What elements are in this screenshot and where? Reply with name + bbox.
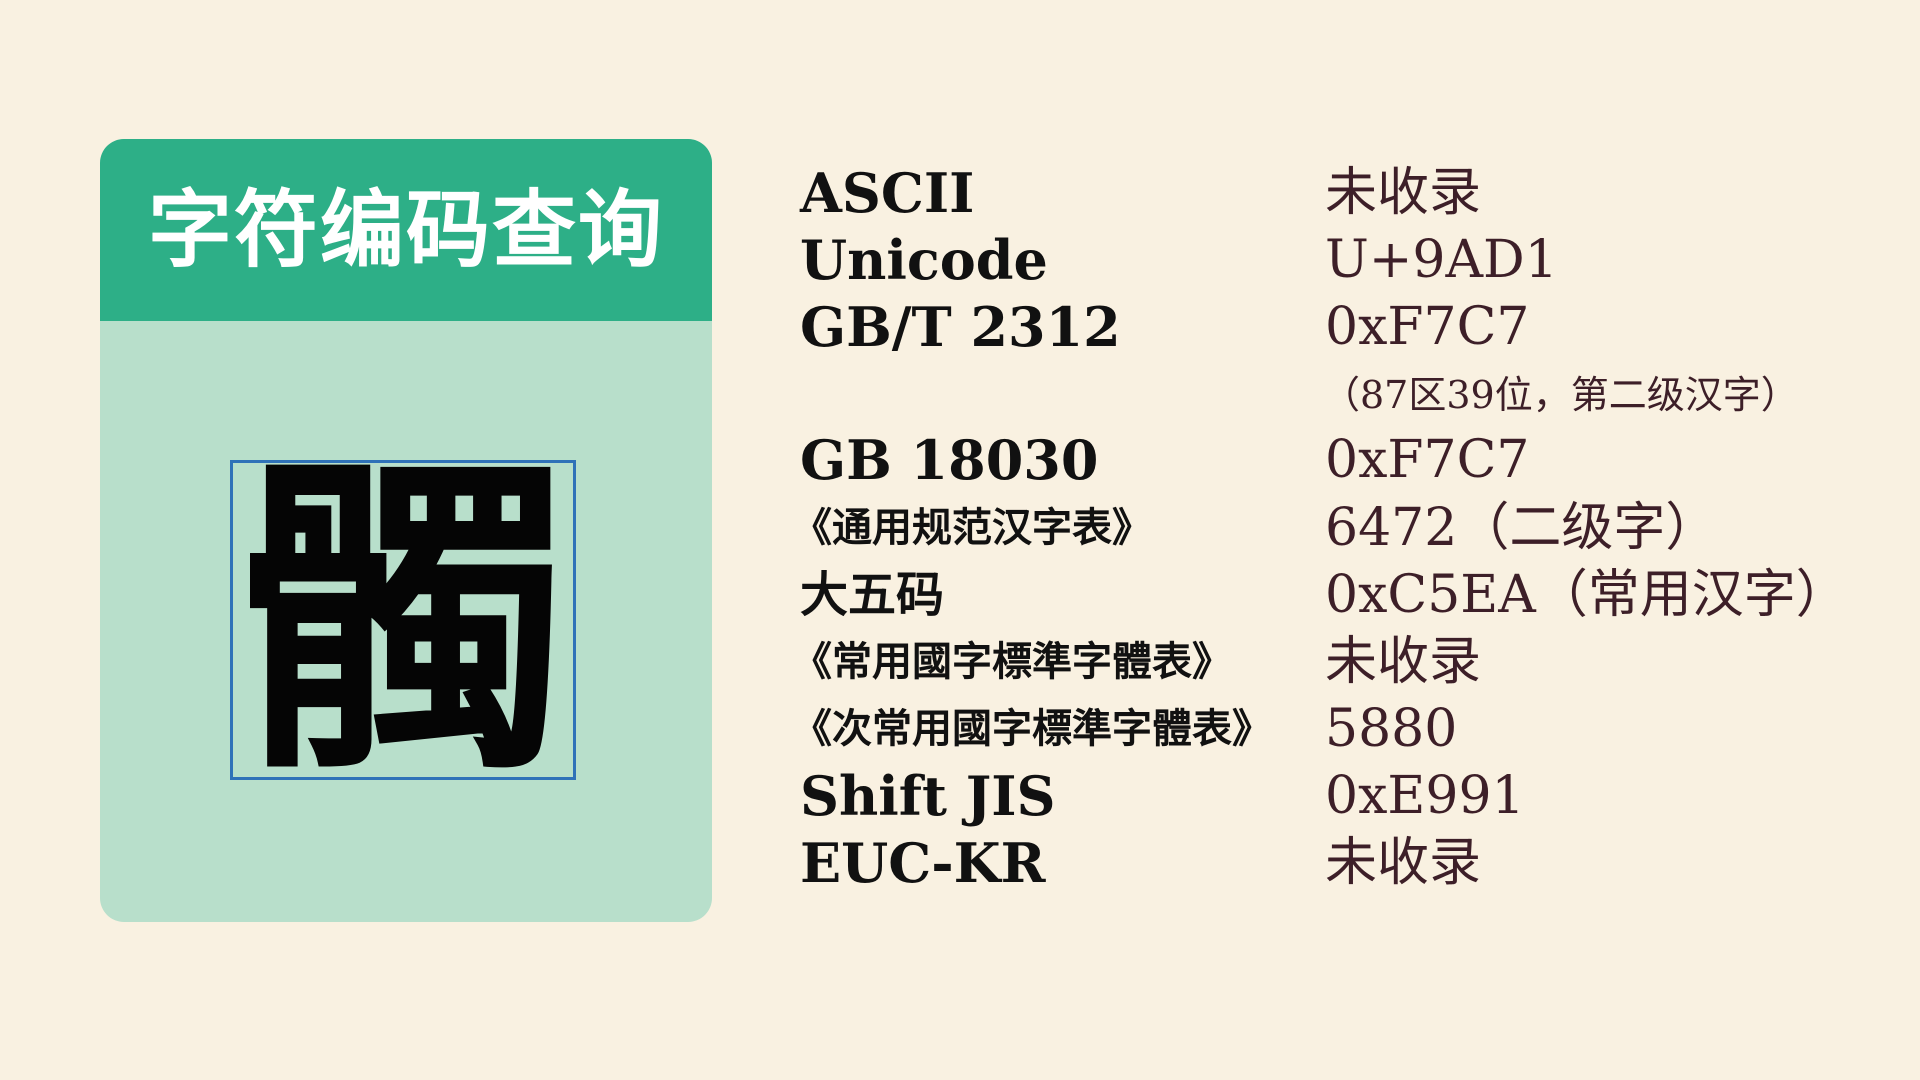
encoding-label: EUC-KR — [800, 831, 1046, 895]
encoding-value: 6472（二级字） — [1325, 498, 1718, 558]
character-glyph: 髑 — [238, 426, 568, 814]
encoding-row-gb2312-note: （87区39位，第二级汉字） — [800, 364, 1900, 426]
encoding-value: 未收录 — [1325, 833, 1482, 893]
encoding-label: 大五码 — [800, 567, 945, 623]
encoding-label: 《次常用國字標準字體表》 — [792, 705, 1272, 752]
encoding-value: 0xE991 — [1325, 766, 1525, 826]
card-header: 字符编码查询 — [100, 139, 712, 321]
encoding-row-gb2312: GB/T 2312 0xF7C7 — [800, 296, 1900, 358]
encoding-label: 《通用规范汉字表》 — [792, 504, 1152, 551]
encoding-row-tongyong: 《通用规范汉字表》 6472（二级字） — [792, 497, 1900, 559]
encoding-label: Shift JIS — [800, 764, 1056, 828]
encoding-value: 0xC5EA（常用汉字） — [1325, 565, 1848, 625]
encoding-row-euckr: EUC-KR 未收录 — [800, 832, 1900, 894]
encoding-value: U+9AD1 — [1325, 230, 1558, 290]
character-card: 字符编码查询 髑 — [100, 139, 712, 922]
encoding-label: ASCII — [800, 161, 975, 225]
encoding-row-shiftjis: Shift JIS 0xE991 — [800, 765, 1900, 827]
encoding-row-changyong: 《常用國字標準字體表》 未收录 — [792, 631, 1900, 693]
encoding-row-cichangyong: 《次常用國字標準字體表》 5880 — [792, 698, 1900, 760]
encoding-label: GB 18030 — [800, 428, 1099, 492]
encoding-value: 未收录 — [1325, 163, 1482, 223]
encoding-row-gb18030: GB 18030 0xF7C7 — [800, 429, 1900, 491]
encoding-label: GB/T 2312 — [800, 295, 1121, 359]
encoding-row-big5: 大五码 0xC5EA（常用汉字） — [800, 564, 1900, 626]
card-title: 字符编码查询 — [147, 180, 664, 279]
encoding-row-ascii: ASCII 未收录 — [800, 162, 1900, 224]
encoding-label: 《常用國字標準字體表》 — [792, 638, 1232, 685]
encoding-value: 5880 — [1325, 699, 1458, 759]
encoding-value: 未收录 — [1325, 632, 1482, 692]
glyph-frame: 髑 — [230, 455, 576, 785]
encoding-note: （87区39位，第二级汉字） — [1322, 373, 1799, 417]
encoding-table: ASCII 未收录 Unicode U+9AD1 GB/T 2312 0xF7C… — [792, 0, 1900, 1080]
encoding-label: Unicode — [800, 228, 1048, 292]
encoding-row-unicode: Unicode U+9AD1 — [800, 229, 1900, 291]
encoding-value: 0xF7C7 — [1325, 297, 1530, 357]
encoding-value: 0xF7C7 — [1325, 430, 1530, 490]
